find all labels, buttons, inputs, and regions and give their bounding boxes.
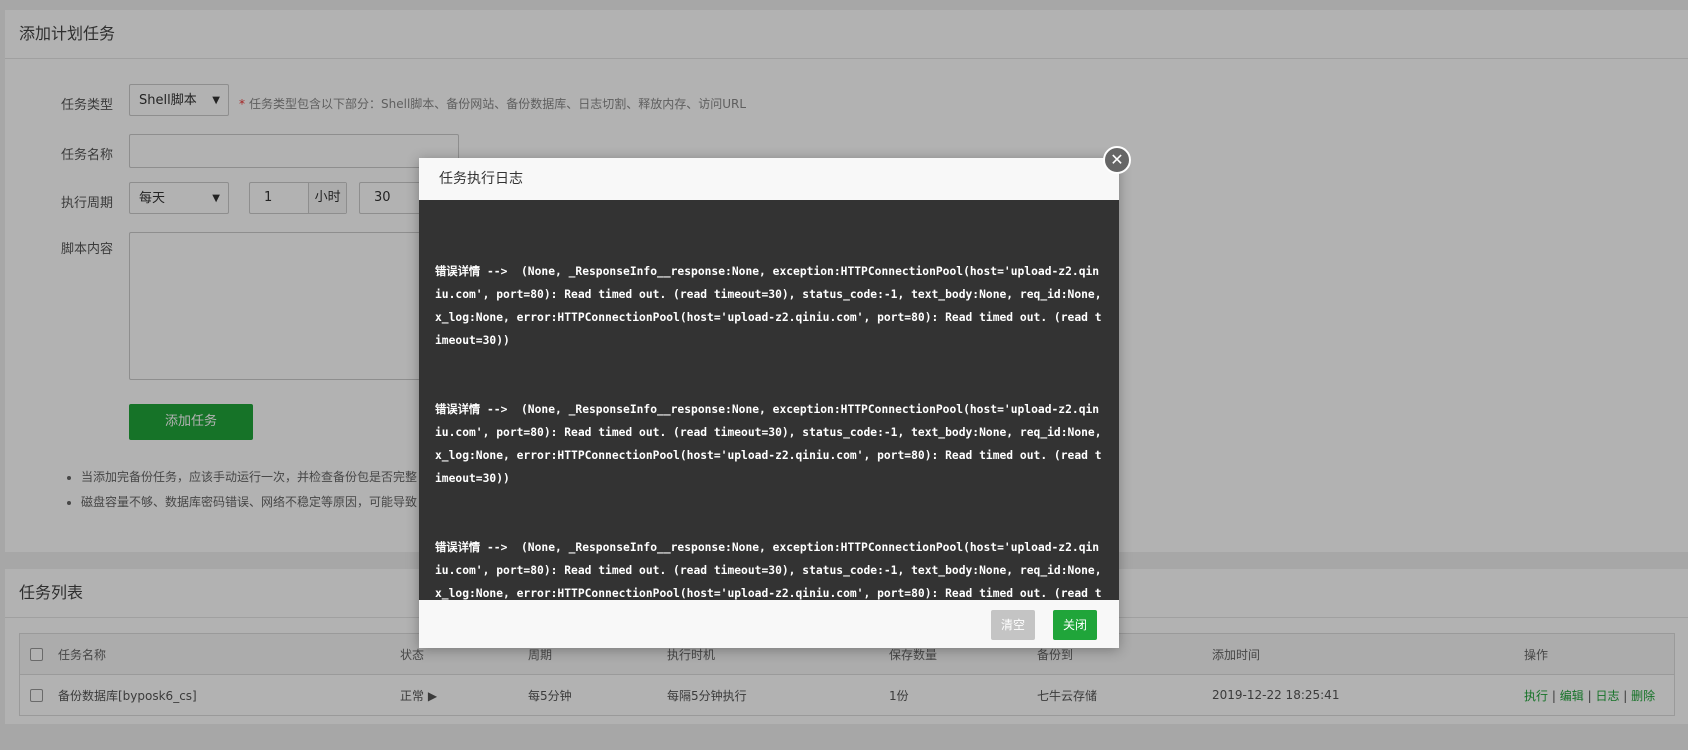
task-log-dialog: 任务执行日志 错误详情 --> (None, _ResponseInfo__re… <box>419 158 1119 648</box>
close-button[interactable]: 关闭 <box>1053 610 1098 640</box>
log-line: 错误详情 --> (None, _ResponseInfo__response:… <box>435 265 1109 347</box>
log-line: 错误详情 --> (None, _ResponseInfo__response:… <box>435 541 1102 600</box>
close-icon[interactable]: ✕ <box>1103 146 1131 174</box>
dialog-footer: 清空 关闭 <box>419 600 1119 648</box>
clear-button[interactable]: 清空 <box>991 610 1036 640</box>
log-output: 错误详情 --> (None, _ResponseInfo__response:… <box>419 200 1119 600</box>
dialog-title: 任务执行日志 <box>419 158 1119 200</box>
log-line: 错误详情 --> (None, _ResponseInfo__response:… <box>435 403 1109 485</box>
